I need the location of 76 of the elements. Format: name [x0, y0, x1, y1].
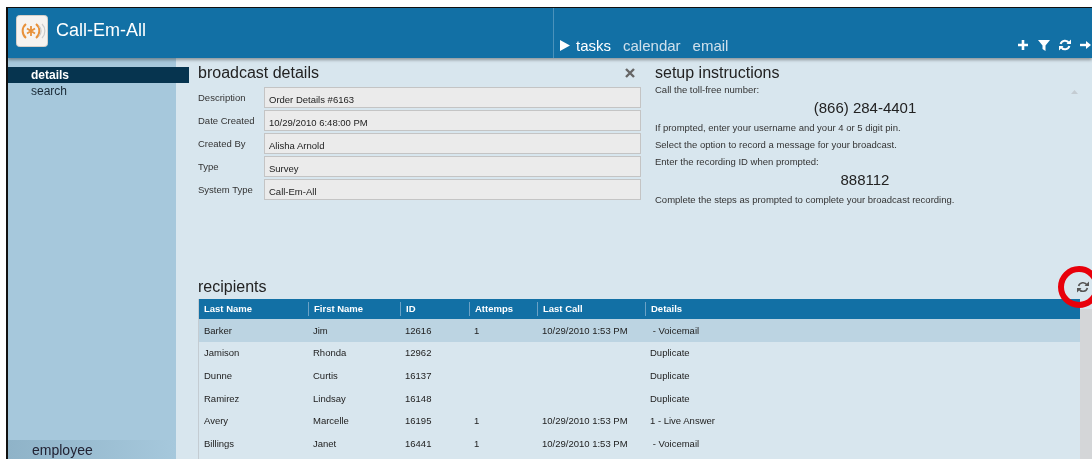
column-header[interactable]: ID — [400, 302, 469, 316]
table-cell-text: 16195 — [404, 415, 433, 427]
phone-text: 888112 — [839, 171, 891, 188]
table-cell-text: - Voicemail — [651, 437, 701, 449]
instruction-text: Complete the steps as prompted to complete your broadcast recording. — [655, 194, 956, 205]
table-cell-text: Janet — [312, 437, 338, 449]
nav-link[interactable]: calendar — [623, 37, 681, 54]
table-cell-text: Duplicate — [649, 392, 691, 404]
nav-link[interactable]: tasks — [560, 37, 611, 54]
section-title: recipients — [198, 278, 267, 296]
panel-title: setup instructions — [655, 64, 781, 82]
table-cell-text: 12616 — [404, 324, 433, 336]
table-cell-text: 12962 — [404, 347, 433, 359]
input-field[interactable]: Survey — [264, 156, 641, 177]
table-cell-text: 16148 — [404, 392, 433, 404]
instruction-text: Call the toll-free number: — [655, 84, 761, 95]
instruction-text: Select the option to record a message for your broadcast. — [655, 139, 898, 150]
table-cell-text: 16441 — [404, 437, 433, 449]
field-label: Created By — [198, 138, 247, 149]
table-cell-text: Jamison — [203, 347, 241, 359]
scrollbar[interactable] — [1080, 309, 1092, 459]
refresh-icon[interactable] — [1077, 281, 1089, 293]
table-row[interactable]: Barker Jim 12616 1 10/29/2010 1:53 PM - Voicemail — [199, 319, 1080, 342]
instruction-text: If prompted, enter your username and your 4 or 5 digit pin. — [655, 122, 902, 133]
table-cell-text: Duplicate — [649, 370, 691, 381]
table-cell-text: 10/29/2010 1:53 PM — [541, 437, 629, 449]
table-row[interactable]: Billings Janet 16441 1 10/29/2010 1:53 PM - Voicemail — [199, 431, 1080, 455]
logo-icon — [16, 15, 48, 47]
table-cell-text: Marcelle — [312, 415, 350, 427]
input-field[interactable]: 10/29/2010 6:48:00 PM — [264, 110, 641, 131]
table-cell-text: - Voicemail — [651, 324, 701, 336]
input-field[interactable]: Order Details #6163 — [264, 87, 641, 108]
close-icon[interactable] — [625, 68, 635, 78]
table-cell-text: 16137 — [404, 370, 433, 381]
table-cell-text: 10/29/2010 1:53 PM — [541, 415, 629, 427]
table-cell-text: 10/29/2010 1:53 PM — [541, 324, 629, 336]
column-header[interactable]: Attemps — [469, 302, 537, 316]
table-cell-text: Curtis — [312, 370, 339, 381]
field-label: Date Created — [198, 115, 256, 126]
table-cell-text: Ramirez — [203, 392, 241, 404]
column-header[interactable]: Last Call — [537, 302, 645, 316]
table-cell-text: Barker — [203, 324, 233, 336]
exit-icon[interactable] — [1080, 39, 1092, 51]
field-label: System Type — [198, 184, 254, 195]
column-header[interactable]: Last Name — [199, 302, 308, 316]
table-cell-text: Avery — [203, 415, 230, 427]
sidebar-item[interactable]: search — [8, 83, 176, 99]
table-cell-text: Duplicate — [649, 347, 691, 359]
table-cell-text: 1 - Live Answer — [649, 415, 716, 427]
sidebar-item[interactable]: details — [8, 67, 189, 83]
table-cell-text: Lindsay — [312, 392, 347, 404]
table-cell-text: Jim — [312, 324, 329, 336]
column-header[interactable]: First Name — [308, 302, 400, 316]
app-title: Call-Em-All — [56, 20, 146, 41]
refresh-icon[interactable] — [1059, 39, 1071, 51]
play-icon — [560, 40, 570, 51]
table-cell-text: 1 — [473, 437, 481, 449]
table-row[interactable]: Avery Marcelle 16195 1 10/29/2010 1:53 PM 1 - Live Answer — [199, 409, 1080, 432]
input-field[interactable]: Alisha Arnold — [264, 133, 641, 154]
table-row[interactable]: Jamison Rhonda 12962 Duplicate — [199, 341, 1080, 365]
nav-link[interactable]: email — [692, 37, 729, 54]
field-label: Type — [198, 161, 220, 172]
table-cell-text: Billings — [203, 437, 236, 449]
table-row[interactable]: Ramirez Lindsay 16148 Duplicate — [199, 386, 1080, 410]
input-field[interactable]: Call-Em-All — [264, 179, 641, 200]
filter-icon[interactable] — [1038, 39, 1050, 51]
panel-title: broadcast details — [198, 64, 319, 82]
field-label: Description — [198, 92, 247, 103]
phone-text: (866) 284-4401 — [812, 99, 918, 116]
add-icon[interactable] — [1017, 39, 1029, 51]
table-cell-text: 1 — [473, 324, 481, 336]
table-cell-text: Rhonda — [312, 347, 348, 359]
table-row[interactable]: Dunne Curtis 16137 Duplicate — [199, 364, 1080, 387]
table-cell-text: Dunne — [203, 370, 233, 381]
table-cell-text: 1 — [473, 415, 481, 427]
instruction-text: Enter the recording ID when prompted: — [655, 156, 820, 167]
